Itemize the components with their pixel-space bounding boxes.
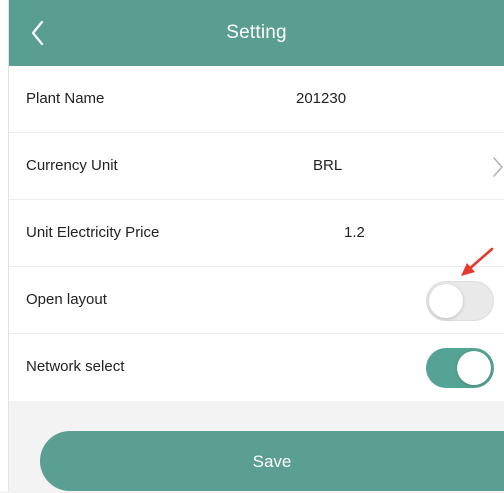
app-header: Setting <box>9 0 504 66</box>
red-arrow-icon <box>461 247 494 276</box>
page-title: Setting <box>226 22 287 43</box>
network-select-toggle[interactable] <box>426 348 494 388</box>
network-select-row: Network select <box>9 334 504 401</box>
left-edge-divider <box>0 0 9 491</box>
open-layout-label: Open layout <box>26 291 107 308</box>
save-button[interactable]: Save <box>40 431 504 491</box>
toggle-knob <box>457 351 491 385</box>
network-select-label: Network select <box>26 358 125 375</box>
electricity-price-value[interactable]: 1.2 <box>344 224 365 241</box>
currency-unit-label: Currency Unit <box>26 157 118 174</box>
currency-unit-value: BRL <box>313 157 343 174</box>
plant-name-label: Plant Name <box>26 90 105 107</box>
electricity-price-label: Unit Electricity Price <box>26 224 160 241</box>
open-layout-toggle[interactable] <box>426 281 494 321</box>
plant-name-value[interactable]: 201230 <box>296 90 346 107</box>
settings-list: Plant Name 201230 Currency Unit BRL Unit… <box>9 66 504 401</box>
chevron-right-icon <box>493 157 503 177</box>
toggle-knob <box>429 284 463 318</box>
open-layout-row: Open layout <box>9 267 504 334</box>
electricity-price-row: Unit Electricity Price 1.2 <box>9 200 504 267</box>
currency-unit-row[interactable]: Currency Unit BRL <box>9 133 504 200</box>
plant-name-row: Plant Name 201230 <box>9 66 504 133</box>
